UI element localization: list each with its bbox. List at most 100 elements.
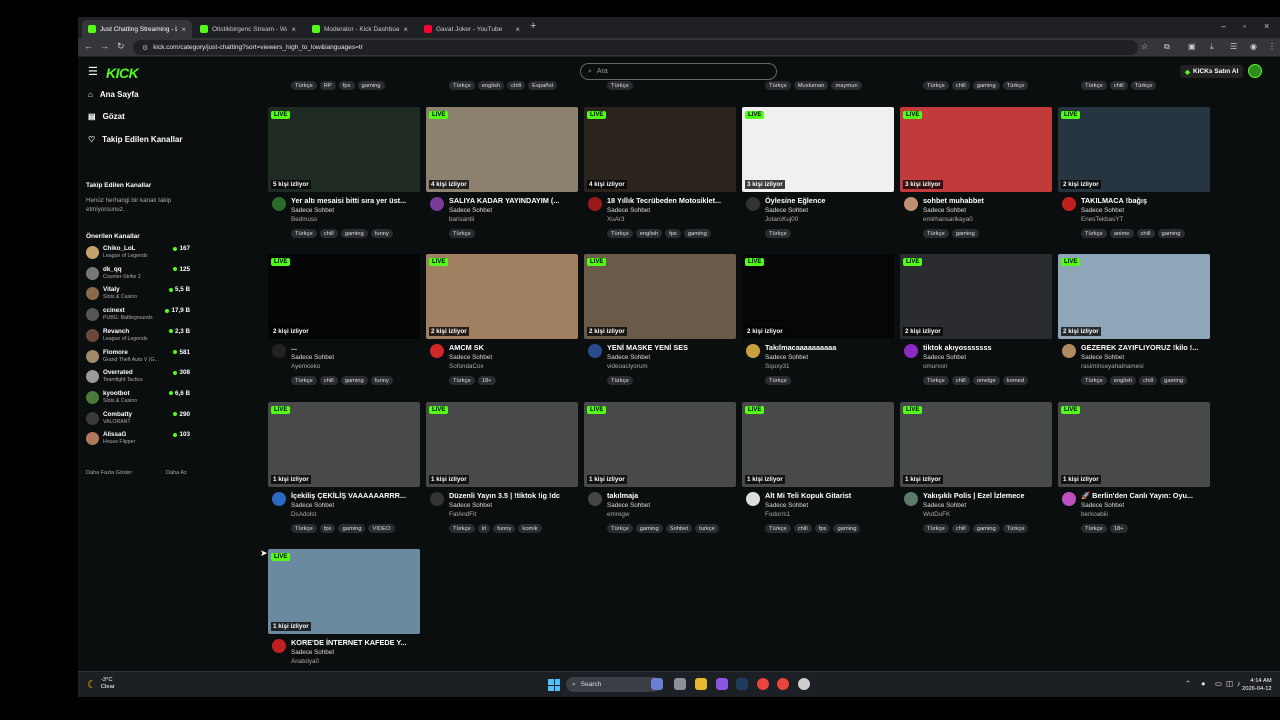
stream-thumbnail[interactable]: LIVE 2 kişi izliyor bbox=[1058, 254, 1210, 339]
tag-chip[interactable]: chill bbox=[507, 81, 526, 90]
tag-chip[interactable]: Türkçe bbox=[607, 229, 633, 238]
stream-title[interactable]: YENİ MASKE YENİ SES bbox=[607, 343, 733, 352]
kick-logo[interactable]: KICK bbox=[106, 65, 139, 81]
site-info-icon[interactable]: ⚙ bbox=[142, 44, 148, 52]
tag-chip[interactable]: Türkçe bbox=[1081, 229, 1107, 238]
tag-chip[interactable]: gaming bbox=[972, 524, 1000, 533]
forward-arrow-icon[interactable]: → bbox=[100, 41, 109, 51]
nav-browse[interactable]: ▤ Gözat bbox=[88, 112, 125, 121]
tag-chip[interactable]: maymun bbox=[831, 81, 862, 90]
stream-category[interactable]: Sadece Sohbet bbox=[1081, 502, 1124, 509]
streamer-name[interactable]: berkoabiii bbox=[1081, 511, 1108, 518]
steam-icon[interactable] bbox=[736, 678, 748, 690]
tag-chip[interactable]: Türkçe bbox=[765, 229, 791, 238]
reload-icon[interactable]: ↻ bbox=[117, 41, 125, 52]
stream-title[interactable]: KORE'DE İNTERNET KAFEDE Y... bbox=[291, 638, 417, 647]
tag-chip[interactable]: omelge bbox=[972, 376, 1000, 385]
stream-card[interactable]: LIVE 1 kişi izliyor İçekiliş ÇEKİLİŞ VAAAA… bbox=[268, 402, 420, 547]
streamer-avatar[interactable] bbox=[904, 197, 918, 211]
streamer-avatar[interactable] bbox=[746, 197, 760, 211]
stream-title[interactable]: sohbet muhabbet bbox=[923, 196, 1049, 205]
stream-title[interactable]: 🚀 Berlin'den Canlı Yayın: Oyu... bbox=[1081, 491, 1207, 500]
user-avatar[interactable] bbox=[1248, 64, 1262, 78]
recommended-channel[interactable]: Flomore Grand Theft Auto V (G... 581 bbox=[86, 348, 190, 368]
stream-thumbnail[interactable]: LIVE 2 kişi izliyor bbox=[742, 254, 894, 339]
recommended-channel[interactable]: Chiko_LoL League of Legends 167 bbox=[86, 244, 190, 264]
tag-chip[interactable]: Türkçe bbox=[449, 81, 475, 90]
tag-chip[interactable]: gaming bbox=[635, 524, 663, 533]
stream-thumbnail[interactable]: LIVE 4 kişi izliyor bbox=[584, 107, 736, 192]
streamer-avatar[interactable] bbox=[430, 197, 444, 211]
stream-card[interactable]: LIVE 2 kişi izliyor TAKILMACA !bağış Sadece… bbox=[1058, 107, 1210, 252]
tag-chip[interactable]: fps bbox=[814, 524, 831, 533]
tag-chip[interactable]: gaming bbox=[1160, 376, 1188, 385]
stream-card[interactable]: LIVE 1 kişi izliyor Yakışıklı Polis | Ezel… bbox=[900, 402, 1052, 547]
tag-chip[interactable]: turkçe bbox=[695, 524, 719, 533]
stream-thumbnail[interactable]: LIVE 5 kişi izliyor bbox=[268, 107, 420, 192]
stream-title[interactable]: 18 Yıllık Tecrübeden Motosiklet... bbox=[607, 196, 733, 205]
recommended-channel[interactable]: kyootbot Slots & Casino 6,6 B bbox=[86, 389, 190, 409]
streamer-name[interactable]: DsAdolst bbox=[291, 511, 316, 518]
stream-card[interactable]: LIVE 3 kişi izliyor sohbet muhabbet Sadece … bbox=[900, 107, 1052, 252]
tag-chip[interactable]: Sohbet bbox=[665, 524, 693, 533]
stream-category[interactable]: Sadece Sohbet bbox=[607, 502, 650, 509]
stream-title[interactable]: ... bbox=[291, 343, 417, 352]
new-tab-button[interactable]: + bbox=[530, 20, 536, 32]
tag-chip[interactable]: komed bbox=[1002, 376, 1029, 385]
tag-chip[interactable]: gaming bbox=[340, 229, 368, 238]
browser-tab[interactable]: Gavat Joker - YouTube × bbox=[418, 20, 526, 38]
tag-chip[interactable]: Türkçe bbox=[1081, 81, 1107, 90]
stream-category[interactable]: Sadece Sohbet bbox=[923, 207, 966, 214]
tag-chip[interactable]: Türkçe bbox=[923, 81, 949, 90]
stream-category[interactable]: Sadece Sohbet bbox=[1081, 207, 1124, 214]
show-more-link[interactable]: Daha Fazla Göster bbox=[86, 470, 132, 476]
tag-chip[interactable]: Türkçe bbox=[291, 81, 317, 90]
stream-thumbnail[interactable]: LIVE 3 kişi izliyor bbox=[742, 107, 894, 192]
download-icon[interactable]: ⤓ bbox=[1210, 42, 1214, 52]
close-icon[interactable]: × bbox=[181, 25, 186, 34]
microphone-icon[interactable]: ● bbox=[1201, 679, 1206, 688]
stream-title[interactable]: AMCM SK bbox=[449, 343, 575, 352]
streamer-avatar[interactable] bbox=[272, 639, 286, 653]
stream-category[interactable]: Sadece Sohbet bbox=[1081, 354, 1124, 361]
tag-chip[interactable]: chill bbox=[793, 524, 812, 533]
maximize-icon[interactable]: ▫ bbox=[1243, 21, 1246, 31]
stream-title[interactable]: Yakışıklı Polis | Ezel İzlemece bbox=[923, 491, 1049, 500]
tag-chip[interactable]: funny bbox=[370, 376, 393, 385]
stream-title[interactable]: Öylesine Eğlence bbox=[765, 196, 891, 205]
copilot-icon[interactable] bbox=[651, 678, 663, 690]
tag-chip[interactable]: Español bbox=[528, 81, 558, 90]
stream-category[interactable]: Sadece Sohbet bbox=[765, 502, 808, 509]
streamer-avatar[interactable] bbox=[1062, 197, 1076, 211]
hamburger-menu-icon[interactable]: ☰ bbox=[88, 65, 98, 78]
tag-chip[interactable]: Türkçe bbox=[449, 376, 475, 385]
streamer-name[interactable]: rasiminseyahatnamesi bbox=[1081, 363, 1144, 370]
stream-thumbnail[interactable]: LIVE 2 kişi izliyor bbox=[900, 254, 1052, 339]
tag-chip[interactable]: 18+ bbox=[1109, 524, 1128, 533]
tag-chip[interactable]: Türkçe bbox=[765, 376, 791, 385]
stream-title[interactable]: Yer altı mesaisi bitti sıra yer üst... bbox=[291, 196, 417, 205]
taskbar-search[interactable]: ⌕ Search bbox=[566, 677, 661, 692]
streamer-name[interactable]: Anatolya0 bbox=[291, 658, 319, 665]
discord-icon[interactable] bbox=[716, 678, 728, 690]
volume-icon[interactable]: ♪ bbox=[1237, 679, 1241, 688]
stream-category[interactable]: Sadece Sohbet bbox=[607, 354, 650, 361]
stream-card[interactable]: LIVE 2 kişi izliyor Takılmacaaaaaaaaaa Sade… bbox=[742, 254, 894, 399]
tag-chip[interactable]: Türkçe bbox=[1130, 81, 1157, 90]
streamer-name[interactable]: Fodorrs1 bbox=[765, 511, 790, 518]
show-less-link[interactable]: Daha Az bbox=[166, 470, 187, 476]
tag-chip[interactable]: Türkçe bbox=[449, 229, 475, 238]
tag-chip[interactable]: Türkçe bbox=[1002, 524, 1029, 533]
streamer-name[interactable]: videoaciyorum bbox=[607, 363, 648, 370]
streamer-avatar[interactable] bbox=[904, 344, 918, 358]
stream-thumbnail[interactable]: LIVE 3 kişi izliyor bbox=[900, 107, 1052, 192]
streamer-avatar[interactable] bbox=[588, 344, 602, 358]
streamer-name[interactable]: barisantii bbox=[449, 216, 474, 223]
network-icon[interactable]: ◫ bbox=[1226, 679, 1233, 688]
stream-card[interactable]: LIVE 1 kişi izliyor Alt Mi Teli Kopuk Gita… bbox=[742, 402, 894, 547]
browser-tab[interactable]: Moderator - Kick Dashboard × bbox=[306, 20, 414, 38]
stream-card[interactable]: LIVE 3 kişi izliyor Öylesine Eğlence Sadece… bbox=[742, 107, 894, 252]
kicks-buy-button[interactable]: ◆ KICKs Satın Al bbox=[1180, 65, 1244, 78]
recommended-channel[interactable]: Overrated Teamfight Tactics 308 bbox=[86, 368, 190, 388]
tag-chip[interactable]: gaming bbox=[833, 524, 861, 533]
